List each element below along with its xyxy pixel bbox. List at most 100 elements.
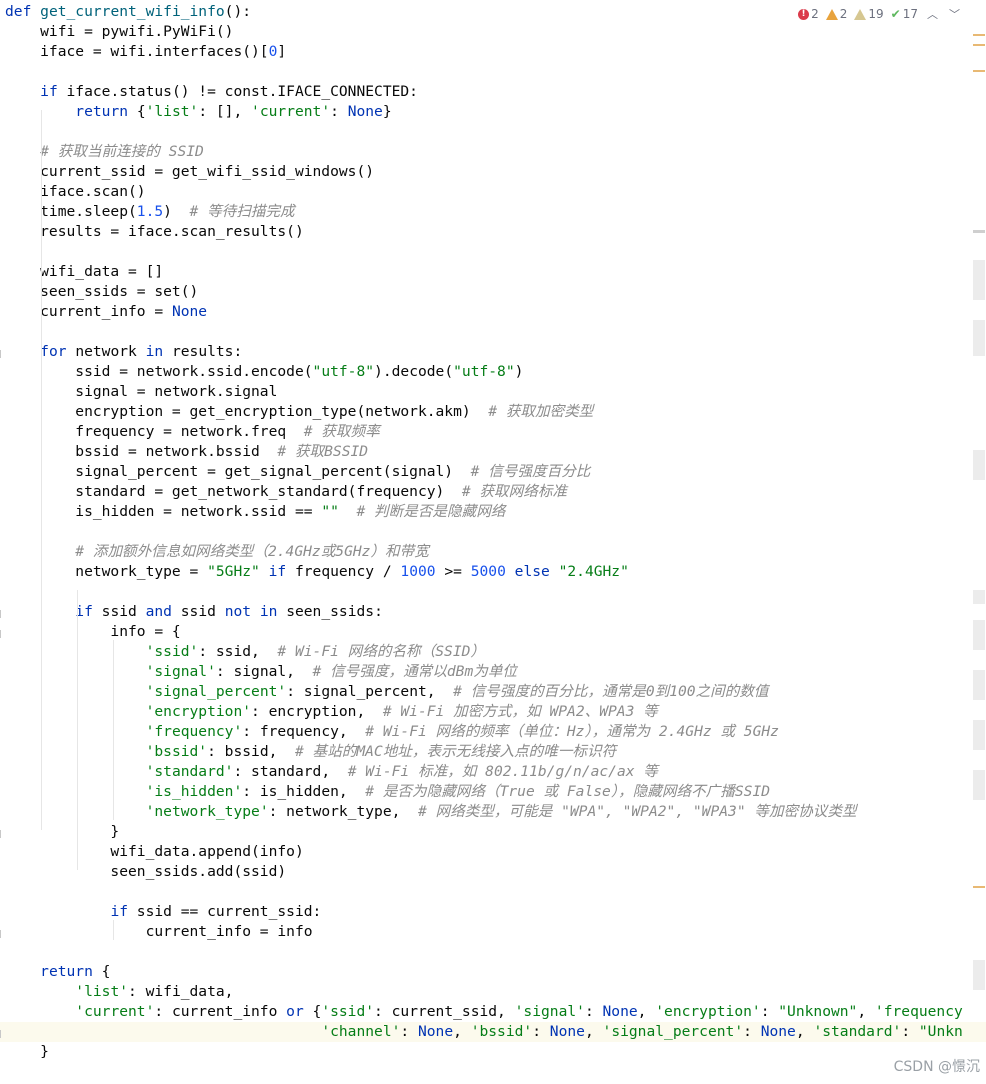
code-token: in xyxy=(145,343,172,360)
code-token: None xyxy=(602,1003,638,1020)
code-token: # 是否为隐藏网络（True 或 False），隐藏网络不广播SSID xyxy=(365,783,771,800)
code-token: ] xyxy=(277,43,287,60)
code-line[interactable]: wifi_data = [] xyxy=(0,262,163,282)
code-line[interactable] xyxy=(0,582,5,602)
code-line[interactable]: # 获取当前连接的 SSID xyxy=(0,142,204,162)
code-line[interactable]: 'signal_percent': signal_percent, # 信号强度… xyxy=(0,682,769,702)
code-line[interactable]: 'channel': None, 'bssid': None, 'signal_… xyxy=(0,1022,986,1042)
stripe-mark[interactable] xyxy=(973,230,985,233)
code-token: if xyxy=(75,603,102,620)
code-line[interactable]: seen_ssids.add(ssid) xyxy=(0,862,286,882)
code-line[interactable]: iface.scan() xyxy=(0,182,145,202)
code-line[interactable]: signal_percent = get_signal_percent(sign… xyxy=(0,462,590,482)
code-line[interactable]: current_info = info xyxy=(0,922,313,942)
inspection-widget[interactable]: ! 2 2 19 ✔ 17 ︿ ﹀ xyxy=(798,4,962,24)
stripe-mark[interactable] xyxy=(973,70,985,72)
fold-marker-icon[interactable] xyxy=(0,930,5,938)
code-token: 'bssid' xyxy=(145,743,208,760)
code-line[interactable]: for network in results: xyxy=(0,342,242,362)
code-line[interactable] xyxy=(0,242,5,262)
fold-marker-icon[interactable] xyxy=(0,1030,5,1038)
code-line[interactable]: time.sleep(1.5) # 等待扫描完成 xyxy=(0,202,295,222)
stripe-mark[interactable] xyxy=(973,720,985,750)
code-line[interactable]: 'is_hidden': is_hidden, # 是否为隐藏网络（True 或… xyxy=(0,782,770,802)
code-line[interactable]: # 添加额外信息如网络类型（2.4GHz或5GHz）和带宽 xyxy=(0,542,429,562)
code-line[interactable]: 'list': wifi_data, xyxy=(0,982,233,1002)
fold-marker-icon[interactable] xyxy=(0,610,5,618)
code-line[interactable]: 'network_type': network_type, # 网络类型，可能是… xyxy=(0,802,857,822)
stripe-mark[interactable] xyxy=(973,450,985,480)
stripe-mark[interactable] xyxy=(973,670,985,700)
code-line[interactable]: 'encryption': encryption, # Wi-Fi 加密方式，如… xyxy=(0,702,658,722)
stripe-mark[interactable] xyxy=(973,620,985,650)
chevron-down-icon[interactable]: ﹀ xyxy=(947,6,962,22)
code-line[interactable] xyxy=(0,122,5,142)
code-line[interactable]: network_type = "5GHz" if frequency / 100… xyxy=(0,562,629,582)
code-line[interactable]: bssid = network.bssid # 获取BSSID xyxy=(0,442,368,462)
code-line[interactable]: return { xyxy=(0,962,110,982)
code-token: network_type = xyxy=(5,563,208,580)
code-token: signal = network.signal xyxy=(5,383,278,400)
code-line[interactable]: is_hidden = network.ssid == "" # 判断是否是隐藏… xyxy=(0,502,505,522)
stripe-mark[interactable] xyxy=(973,960,985,990)
code-line[interactable]: frequency = network.freq # 获取频率 xyxy=(0,422,379,442)
code-line[interactable]: } xyxy=(0,822,119,842)
weak-warnings-indicator[interactable]: 19 xyxy=(854,7,884,21)
code-line[interactable]: def get_current_wifi_info(): xyxy=(0,2,251,22)
code-line[interactable] xyxy=(0,882,5,902)
code-line[interactable] xyxy=(0,62,5,82)
warnings-indicator[interactable]: 2 xyxy=(825,7,847,21)
code-line[interactable]: return {'list': [], 'current': None} xyxy=(0,102,391,122)
stripe-mark[interactable] xyxy=(973,770,985,800)
code-token: # Wi-Fi 网络的名称（SSID） xyxy=(277,643,485,660)
stripe-mark[interactable] xyxy=(973,320,985,356)
code-token: 'is_hidden' xyxy=(145,783,243,800)
code-token: # Wi-Fi 标准，如 802.11b/g/n/ac/ax 等 xyxy=(347,763,658,780)
code-line[interactable]: standard = get_network_standard(frequenc… xyxy=(0,482,567,502)
stripe-mark[interactable] xyxy=(973,260,985,300)
code-token: >= xyxy=(435,563,471,580)
errors-indicator[interactable]: ! 2 xyxy=(798,7,819,21)
fold-marker-icon[interactable] xyxy=(0,630,5,638)
code-line[interactable]: wifi_data.append(info) xyxy=(0,842,304,862)
stripe-mark[interactable] xyxy=(973,34,985,36)
fold-marker-icon[interactable] xyxy=(0,350,5,358)
code-line[interactable] xyxy=(0,522,5,542)
code-line[interactable]: 'frequency': frequency, # Wi-Fi 网络的频率（单位… xyxy=(0,722,779,742)
code-token: ).decode( xyxy=(374,363,454,380)
code-token: 1.5 xyxy=(136,203,164,220)
code-line[interactable] xyxy=(0,942,5,962)
code-line[interactable]: encryption = get_encryption_type(network… xyxy=(0,402,593,422)
code-line[interactable]: 'standard': standard, # Wi-Fi 标准，如 802.1… xyxy=(0,762,658,782)
code-line[interactable]: 'bssid': bssid, # 基站的MAC地址，表示无线接入点的唯一标识符 xyxy=(0,742,617,762)
stripe-mark[interactable] xyxy=(973,886,985,888)
code-token: 'signal_percent' xyxy=(145,683,287,700)
code-line[interactable]: current_ssid = get_wifi_ssid_windows() xyxy=(0,162,374,182)
code-line[interactable]: } xyxy=(0,1042,49,1062)
code-line[interactable]: current_info = None xyxy=(0,302,207,322)
code-line[interactable]: if iface.status() != const.IFACE_CONNECT… xyxy=(0,82,418,102)
typos-indicator[interactable]: ✔ 17 xyxy=(891,7,918,21)
indent-guide xyxy=(113,640,114,820)
stripe-mark[interactable] xyxy=(973,44,985,46)
code-line[interactable]: ssid = network.ssid.encode("utf-8").deco… xyxy=(0,362,523,382)
code-token: wifi = pywifi.PyWiFi() xyxy=(5,23,234,40)
code-editor[interactable]: def get_current_wifi_info(): wifi = pywi… xyxy=(0,0,986,1084)
code-line[interactable]: 'current': current_info or {'ssid': curr… xyxy=(0,1002,963,1022)
code-line[interactable]: if ssid and ssid not in seen_ssids: xyxy=(0,602,383,622)
code-line[interactable]: info = { xyxy=(0,622,180,642)
code-line[interactable] xyxy=(0,322,5,342)
code-line[interactable]: wifi = pywifi.PyWiFi() xyxy=(0,22,233,42)
code-token: wifi_data.append(info) xyxy=(5,843,304,860)
code-line[interactable]: 'ssid': ssid, # Wi-Fi 网络的名称（SSID） xyxy=(0,642,485,662)
code-token: , xyxy=(584,1023,603,1040)
code-line[interactable]: results = iface.scan_results() xyxy=(0,222,304,242)
chevron-up-icon[interactable]: ︿ xyxy=(925,6,940,22)
fold-marker-icon[interactable] xyxy=(0,830,5,838)
error-stripe[interactable] xyxy=(972,30,986,1084)
code-line[interactable]: iface = wifi.interfaces()[0] xyxy=(0,42,286,62)
code-line[interactable]: if ssid == current_ssid: xyxy=(0,902,321,922)
stripe-mark[interactable] xyxy=(973,590,985,604)
code-line[interactable]: seen_ssids = set() xyxy=(0,282,198,302)
